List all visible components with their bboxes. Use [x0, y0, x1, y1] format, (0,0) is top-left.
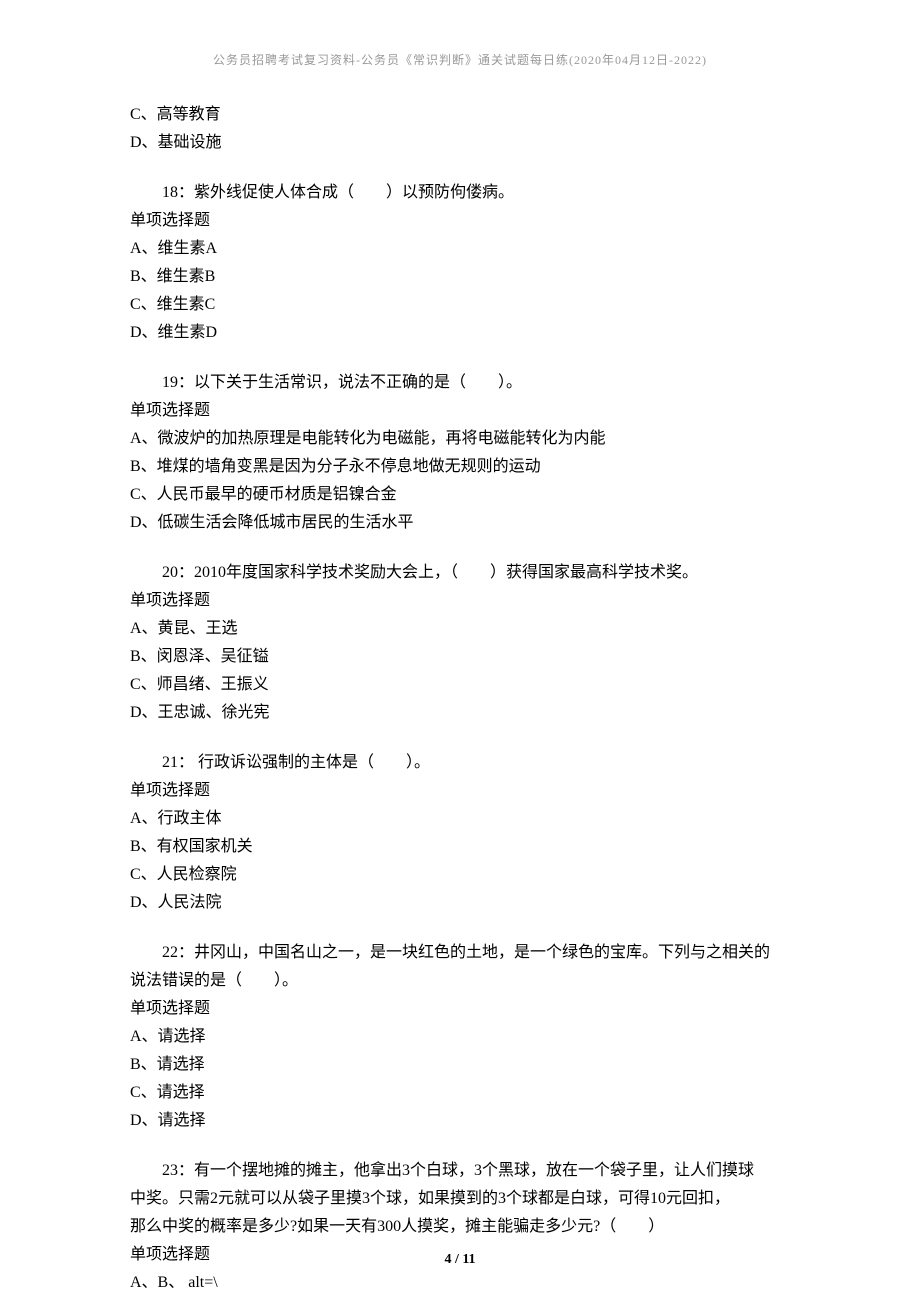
question-type: 单项选择题	[130, 995, 790, 1023]
option-item: B、堆煤的墙角变黑是因为分子永不停息地做无规则的运动	[130, 453, 790, 481]
option-item: C、高等教育	[130, 101, 790, 129]
option-item: A、请选择	[130, 1023, 790, 1051]
question-type: 单项选择题	[130, 397, 790, 425]
question-stem: 18：紫外线促使人体合成（ ）以预防佝偻病。	[130, 179, 790, 207]
option-item: C、人民检察院	[130, 861, 790, 889]
option-item: D、请选择	[130, 1107, 790, 1135]
option-item: A、B、 alt=\	[130, 1269, 790, 1297]
option-item: D、低碳生活会降低城市居民的生活水平	[130, 509, 790, 537]
option-item: C、请选择	[130, 1079, 790, 1107]
question-stem: 20：2010年度国家科学技术奖励大会上，（ ）获得国家最高科学技术奖。	[130, 559, 790, 587]
page-header: 公务员招聘考试复习资料-公务员《常识判断》通关试题每日练(2020年04月12日…	[130, 50, 790, 71]
page-number: 4 / 11	[0, 1248, 920, 1273]
option-item: A、黄昆、王选	[130, 615, 790, 643]
option-item: B、请选择	[130, 1051, 790, 1079]
question-stem: 23：有一个摆地摊的摊主，他拿出3个白球，3个黑球，放在一个袋子里，让人们摸球	[130, 1157, 790, 1185]
option-item: D、维生素D	[130, 319, 790, 347]
question-type: 单项选择题	[130, 777, 790, 805]
question-stem-continued: 中奖。只需2元就可以从袋子里摸3个球，如果摸到的3个球都是白球，可得10元回扣，	[130, 1185, 790, 1213]
question-stem-continued: 说法错误的是（ ）。	[130, 967, 790, 995]
question-stem: 21： 行政诉讼强制的主体是（ ）。	[130, 749, 790, 777]
option-item: D、王忠诚、徐光宪	[130, 699, 790, 727]
option-item: C、维生素C	[130, 291, 790, 319]
option-item: D、基础设施	[130, 129, 790, 157]
option-item: D、人民法院	[130, 889, 790, 917]
question-stem: 19：以下关于生活常识，说法不正确的是（ ）。	[130, 369, 790, 397]
option-item: C、师昌绪、王振义	[130, 671, 790, 699]
option-item: B、闵恩泽、吴征镒	[130, 643, 790, 671]
option-item: B、有权国家机关	[130, 833, 790, 861]
question-type: 单项选择题	[130, 587, 790, 615]
option-item: C、人民币最早的硬币材质是铝镍合金	[130, 481, 790, 509]
option-item: A、维生素A	[130, 235, 790, 263]
question-stem: 22：井冈山，中国名山之一，是一块红色的土地，是一个绿色的宝库。下列与之相关的	[130, 939, 790, 967]
option-item: A、微波炉的加热原理是电能转化为电磁能，再将电磁能转化为内能	[130, 425, 790, 453]
question-type: 单项选择题	[130, 207, 790, 235]
option-item: A、行政主体	[130, 805, 790, 833]
option-item: B、维生素B	[130, 263, 790, 291]
question-stem-continued: 那么中奖的概率是多少?如果一天有300人摸奖，摊主能骗走多少元?（ ）	[130, 1213, 790, 1241]
document-content: C、高等教育 D、基础设施 18：紫外线促使人体合成（ ）以预防佝偻病。 单项选…	[130, 101, 790, 1297]
